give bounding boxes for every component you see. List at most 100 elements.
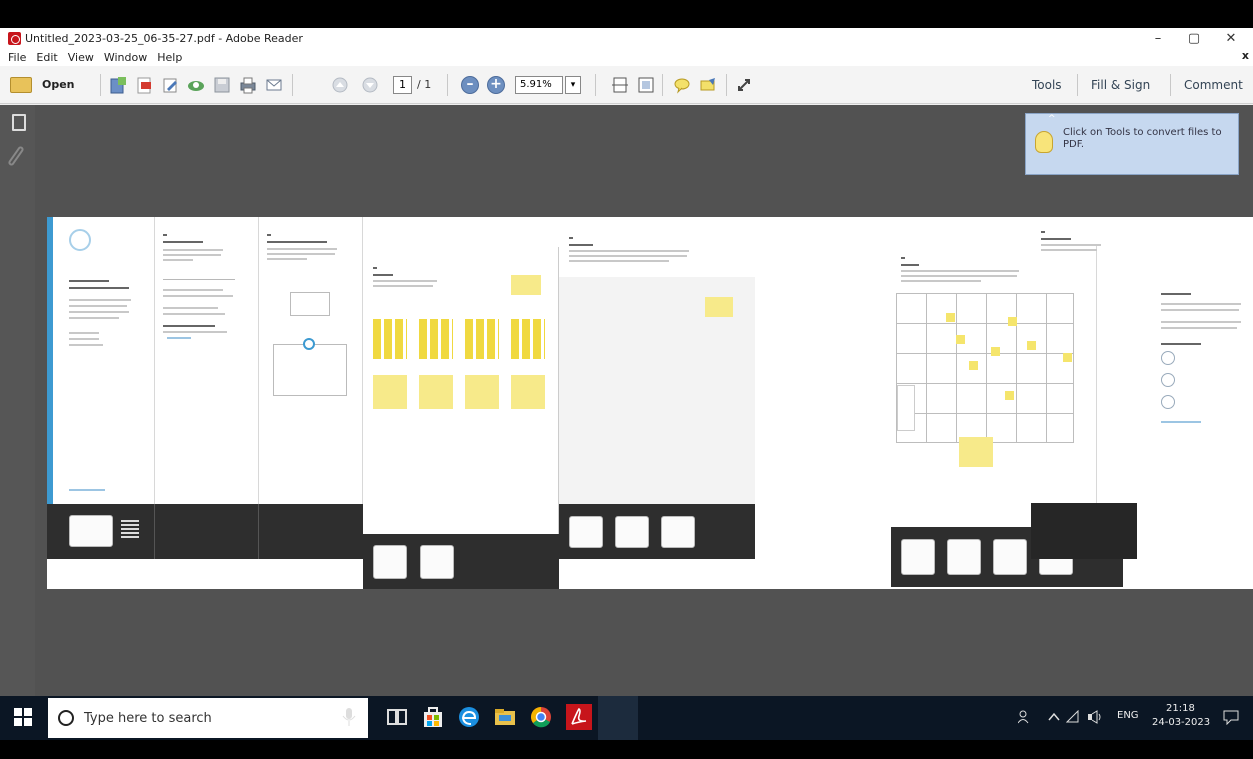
footer-thumbnail [569,516,603,548]
acrobat-reader-icon[interactable] [566,704,592,730]
taskbar-search-box[interactable]: Type here to search [48,698,368,738]
fit-page-icon[interactable] [636,75,656,95]
text-line [267,241,327,243]
sticky-block [465,375,499,409]
chrome-browser-icon[interactable] [530,706,552,728]
zoom-level-input[interactable]: 5.91% [515,76,563,94]
zoom-in-button[interactable]: + [487,76,505,94]
edge-browser-icon[interactable] [458,706,480,728]
close-document-icon[interactable]: x [1242,49,1249,62]
attachments-icon[interactable] [7,145,25,167]
link-line [167,337,191,339]
text-line [163,325,215,327]
notifications-icon[interactable] [1223,709,1239,725]
toolbar-separator [1170,74,1171,96]
microphone-icon[interactable] [342,708,356,726]
page-thumbnails-icon[interactable] [12,114,26,131]
sticky-block [373,375,407,409]
board-section-before-collaborate [155,217,259,504]
toolbar-separator [100,74,101,96]
chevron-up-icon[interactable] [1048,711,1060,723]
footer-thumbnail [993,539,1027,575]
footer-thumbnail [373,545,407,579]
toolbar-separator [726,74,727,96]
highlight-icon[interactable] [698,75,718,95]
accent-stripe [47,217,53,504]
file-explorer-icon[interactable] [494,706,516,728]
clock-date[interactable]: 24-03-2023 [1152,717,1210,728]
menu-bar: File Edit View Window Help x [0,49,1253,66]
close-button[interactable]: ✕ [1213,28,1249,49]
text-line [69,287,129,289]
text-line [163,331,227,333]
next-page-icon[interactable] [360,75,380,95]
export-pdf-icon[interactable] [134,75,154,95]
email-icon[interactable] [264,75,284,95]
screen: Untitled_2023-03-25_06-35-27.pdf - Adobe… [0,0,1253,759]
sticky-note [705,297,733,317]
open-button[interactable]: Open [42,78,75,91]
document-view[interactable]: ^ Click on Tools to convert files to PDF… [35,105,1253,696]
language-indicator[interactable]: ENG [1117,710,1139,721]
text-line [69,344,103,346]
divider [163,279,235,280]
menu-view[interactable]: View [68,51,94,64]
maximize-button[interactable]: ▢ [1176,28,1212,49]
zoom-dropdown[interactable]: ▾ [565,76,581,94]
menu-edit[interactable]: Edit [36,51,57,64]
minimize-button[interactable]: – [1140,28,1176,49]
edit-pdf-icon[interactable] [160,75,180,95]
windows-start-icon[interactable] [14,708,32,726]
save-icon[interactable] [212,75,232,95]
title-bar: Untitled_2023-03-25_06-35-27.pdf - Adobe… [0,28,1253,49]
tools-link[interactable]: Tools [1032,78,1062,92]
store-icon[interactable] [422,706,444,728]
tools-tip-callout[interactable]: ^ Click on Tools to convert files to PDF… [1025,113,1239,175]
task-view-icon[interactable] [386,706,408,728]
text-line [69,305,127,307]
sticky-note [991,347,1000,356]
link-line [69,489,105,491]
zoom-out-button[interactable]: – [461,76,479,94]
volume-icon[interactable] [1087,710,1103,724]
comment-link[interactable]: Comment [1184,78,1243,92]
toolbar-separator [595,74,596,96]
menu-file[interactable]: File [8,51,26,64]
fill-and-sign-link[interactable]: Fill & Sign [1091,78,1150,92]
comment-bubble-icon[interactable] [672,75,692,95]
sticky-note [959,437,993,467]
cloud-share-icon[interactable] [186,75,206,95]
axis-label-card [897,385,915,431]
text-line [373,267,377,269]
text-line [569,260,669,262]
full-screen-icon[interactable] [734,75,754,95]
menu-window[interactable]: Window [104,51,147,64]
template-card [290,292,330,316]
navigation-pane [0,105,35,696]
open-folder-icon[interactable] [10,77,32,93]
text-line [373,285,433,287]
text-line [901,275,1017,277]
fit-width-icon[interactable] [610,75,630,95]
previous-page-icon[interactable] [330,75,350,95]
people-icon[interactable] [1018,709,1034,725]
text-line [373,280,437,282]
text-line [1161,327,1237,329]
menu-help[interactable]: Help [157,51,182,64]
text-line [163,313,225,315]
text-line [1041,244,1101,246]
print-icon[interactable] [238,75,258,95]
sticky-note [1008,317,1017,326]
text-line [163,254,221,256]
text-line [163,249,223,251]
step-icon [1161,395,1175,409]
adobe-reader-window: Untitled_2023-03-25_06-35-27.pdf - Adobe… [0,28,1253,696]
text-line [163,289,223,291]
network-icon[interactable] [1066,710,1080,724]
text-line [267,253,335,255]
tooltip-caret-icon: ^ [1048,114,1056,124]
clock-time[interactable]: 21:18 [1166,703,1195,714]
text-line [69,317,119,319]
create-pdf-icon[interactable] [108,75,128,95]
page-number-input[interactable]: 1 [393,76,412,94]
